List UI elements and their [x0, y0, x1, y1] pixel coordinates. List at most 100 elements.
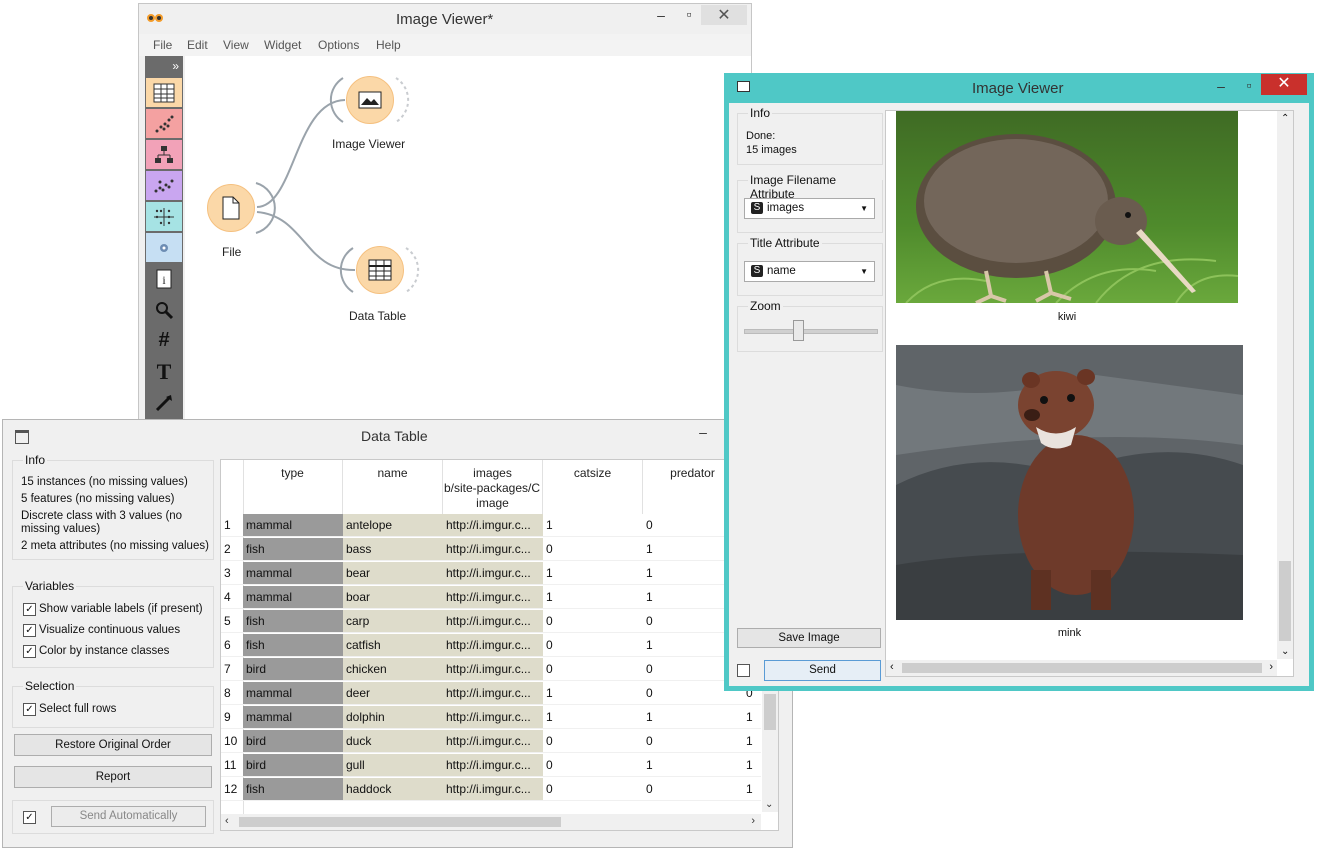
node-file[interactable] — [207, 184, 255, 232]
title-attribute-select[interactable]: Sname ▼ — [744, 261, 875, 282]
zoom-icon[interactable] — [146, 295, 182, 324]
scroll-left-icon[interactable]: ‹ — [225, 815, 229, 827]
table-row[interactable]: 11 bird gull http://i.imgur.c... 0 1 1 — [221, 754, 761, 778]
scroll-thumb[interactable] — [902, 663, 1262, 673]
maximize-button[interactable]: ▫ — [679, 6, 699, 22]
cell-catsize: 0 — [543, 634, 643, 657]
cell-next-column: 1 — [743, 754, 761, 777]
cell-catsize: 0 — [543, 778, 643, 801]
minimize-button[interactable]: – — [693, 424, 713, 440]
table-row[interactable]: 10 bird duck http://i.imgur.c... 0 0 1 — [221, 730, 761, 754]
save-image-button[interactable]: Save Image — [737, 628, 881, 648]
toolbox-expand-button[interactable]: » — [172, 59, 179, 73]
data-table[interactable]: type name images b/site-packages/C image… — [220, 459, 779, 831]
scroll-down-icon[interactable]: ⌄ — [1281, 646, 1289, 657]
visualize-values-checkbox[interactable]: ✓ — [23, 624, 36, 637]
scroll-thumb[interactable] — [239, 817, 561, 827]
table-row[interactable]: 7 bird chicken http://i.imgur.c... 0 0 — [221, 658, 761, 682]
cell-next-column: 1 — [743, 730, 761, 753]
column-header-images[interactable]: images b/site-packages/C image — [443, 460, 543, 514]
tool-visualize-icon[interactable] — [146, 109, 182, 138]
filename-attribute-value: images — [767, 202, 805, 214]
zoom-slider-track[interactable] — [744, 329, 878, 334]
node-image-viewer[interactable] — [346, 76, 394, 124]
scroll-thumb[interactable] — [764, 694, 776, 730]
minimize-button[interactable]: – — [1211, 78, 1231, 94]
table-row[interactable]: 9 mammal dolphin http://i.imgur.c... 1 1 1 — [221, 706, 761, 730]
report-button[interactable]: Report — [14, 766, 212, 788]
scroll-thumb[interactable] — [1279, 561, 1291, 641]
text-annotation-icon[interactable]: T — [146, 357, 182, 386]
menu-file[interactable]: File — [153, 38, 172, 52]
info-line: 5 features (no missing values) — [21, 493, 175, 505]
image-grid[interactable]: kiwi mink ⌃ ⌄ ‹ › — [885, 110, 1294, 677]
horizontal-scrollbar[interactable]: ‹ › — [221, 814, 761, 830]
image-tile-kiwi[interactable] — [896, 111, 1239, 305]
info-status: Done: — [746, 130, 776, 142]
send-automatically-checkbox[interactable]: ✓ — [23, 811, 36, 824]
filename-attribute-select[interactable]: Simages ▼ — [744, 198, 875, 219]
table-row[interactable]: 3 mammal bear http://i.imgur.c... 1 1 — [221, 562, 761, 586]
column-header-name[interactable]: name — [343, 460, 443, 514]
menu-options[interactable]: Options — [318, 38, 359, 52]
cell-type: fish — [243, 778, 343, 801]
image-viewer-window: Image Viewer – ▫ ✕ Info Done: 15 images … — [724, 73, 1314, 691]
table-row[interactable]: 1 mammal antelope http://i.imgur.c... 1 0 — [221, 514, 761, 538]
cell-type: fish — [243, 634, 343, 657]
table-row[interactable]: 4 mammal boar http://i.imgur.c... 1 1 — [221, 586, 761, 610]
zoom-slider-handle[interactable] — [793, 320, 805, 341]
scroll-right-icon[interactable]: › — [1269, 661, 1273, 673]
close-button[interactable]: ✕ — [1261, 74, 1307, 95]
hash-icon[interactable]: # — [146, 326, 182, 355]
column-header-type[interactable]: type — [243, 460, 343, 514]
send-automatically-button[interactable]: Send Automatically — [51, 806, 206, 827]
tool-data-icon[interactable] — [146, 78, 182, 107]
vertical-scrollbar[interactable]: ⌃ ⌄ — [1277, 111, 1293, 659]
table-row[interactable]: 6 fish catfish http://i.imgur.c... 0 1 — [221, 634, 761, 658]
color-by-class-checkbox[interactable]: ✓ — [23, 645, 36, 658]
selection-title: Selection — [23, 679, 77, 693]
image-caption: kiwi — [1057, 311, 1077, 323]
auto-send-checkbox[interactable] — [737, 664, 750, 677]
scroll-left-icon[interactable]: ‹ — [890, 661, 894, 673]
column-header-catsize[interactable]: catsize — [543, 460, 643, 514]
tool-evaluate-icon[interactable] — [146, 171, 182, 200]
table-row[interactable]: 12 fish haddock http://i.imgur.c... 0 0 1 — [221, 778, 761, 802]
image-tile-mink[interactable] — [896, 345, 1243, 620]
table-row[interactable]: 2 fish bass http://i.imgur.c... 0 1 — [221, 538, 761, 562]
color-by-class-label: Color by instance classes — [39, 645, 170, 657]
cell-type: mammal — [243, 562, 343, 585]
menu-edit[interactable]: Edit — [187, 38, 208, 52]
close-button[interactable]: ✕ — [701, 5, 747, 25]
cell-catsize: 1 — [543, 514, 643, 537]
cell-name: gull — [343, 754, 443, 777]
table-row[interactable]: 5 fish carp http://i.imgur.c... 0 0 — [221, 610, 761, 634]
table-row[interactable]: 8 mammal deer http://i.imgur.c... 1 0 0 — [221, 682, 761, 706]
tool-unsupervised-icon[interactable] — [146, 202, 182, 231]
menu-help[interactable]: Help — [376, 38, 401, 52]
restore-order-button[interactable]: Restore Original Order — [14, 734, 212, 756]
arrow-annotation-icon[interactable] — [146, 388, 182, 417]
cell-predator: 0 — [643, 778, 743, 801]
column-label: image — [476, 496, 509, 510]
select-full-rows-checkbox[interactable]: ✓ — [23, 703, 36, 716]
minimize-button[interactable]: – — [651, 7, 671, 23]
cell-type: fish — [243, 610, 343, 633]
workflow-canvas[interactable]: File Image Viewer Data Table — [185, 56, 751, 422]
node-data-table[interactable] — [356, 246, 404, 294]
selection-box: Selection ✓ Select full rows — [12, 679, 214, 728]
tool-model-icon[interactable] — [146, 140, 182, 169]
show-labels-checkbox[interactable]: ✓ — [23, 603, 36, 616]
info-icon[interactable]: i — [146, 264, 182, 293]
tool-addons-icon[interactable] — [146, 233, 182, 262]
maximize-button[interactable]: ▫ — [1239, 77, 1259, 93]
send-button[interactable]: Send — [764, 660, 881, 681]
cell-images: http://i.imgur.c... — [443, 634, 543, 657]
horizontal-scrollbar[interactable]: ‹ › — [886, 660, 1277, 676]
scroll-down-icon[interactable]: ⌄ — [765, 799, 773, 810]
scroll-up-icon[interactable]: ⌃ — [1281, 113, 1289, 124]
scroll-right-icon[interactable]: › — [751, 815, 755, 827]
menu-widget[interactable]: Widget — [264, 38, 301, 52]
menu-view[interactable]: View — [223, 38, 249, 52]
cell-images: http://i.imgur.c... — [443, 730, 543, 753]
